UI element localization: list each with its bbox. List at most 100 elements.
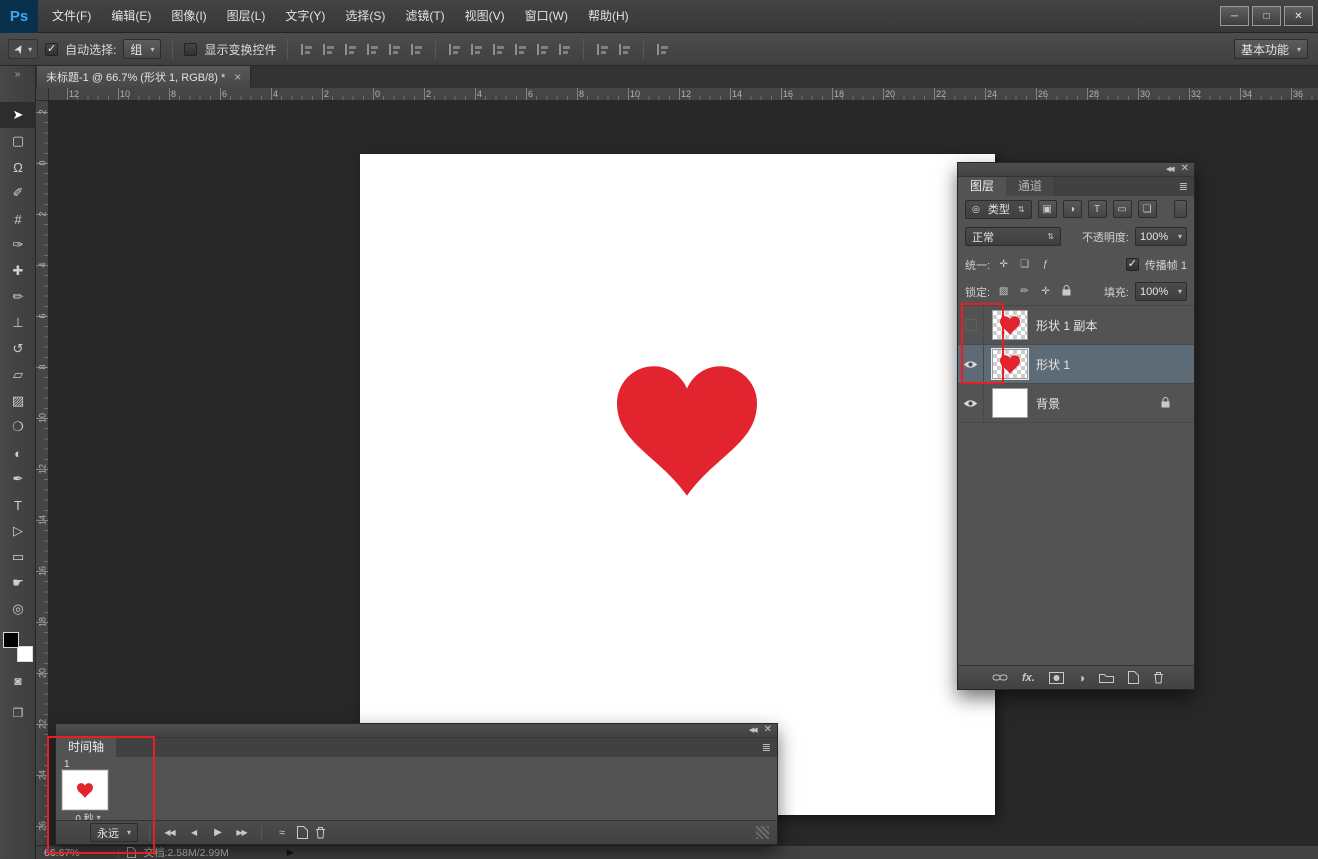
- play-button[interactable]: ▶: [209, 825, 226, 841]
- distribute-vertical-centers-icon[interactable]: [469, 43, 484, 56]
- quick-selection-tool[interactable]: ✐: [0, 180, 36, 206]
- propagate-frame-checkbox[interactable]: ✓: [1126, 258, 1139, 271]
- menu-item-type[interactable]: 文字(Y): [275, 0, 335, 33]
- vertical-ruler[interactable]: 202468101214161820222426: [36, 101, 49, 845]
- opacity-dropdown[interactable]: 100% ▾: [1135, 227, 1187, 246]
- panel-menu-icon[interactable]: ≣: [1179, 180, 1188, 193]
- filter-type-dropdown[interactable]: ◎ 类型 ⇅: [965, 200, 1032, 219]
- foreground-color-swatch[interactable]: [3, 632, 19, 648]
- lock-position-icon[interactable]: ✛: [1038, 286, 1053, 297]
- close-panel-icon[interactable]: ✕: [764, 726, 772, 734]
- delete-frame-button[interactable]: [315, 826, 326, 839]
- layer-mask-icon[interactable]: [1049, 672, 1064, 684]
- layer-name[interactable]: 形状 1 副本: [1036, 317, 1097, 334]
- distribute-right-edges-icon[interactable]: [557, 43, 572, 56]
- close-button[interactable]: ✕: [1284, 6, 1313, 26]
- filter-pixel-layers-icon[interactable]: ▣: [1038, 200, 1057, 218]
- layer-row-shape1[interactable]: 形状 1: [958, 345, 1194, 384]
- resize-grip[interactable]: [756, 826, 769, 839]
- menu-item-image[interactable]: 图像(I): [161, 0, 216, 33]
- layer-thumbnail[interactable]: [992, 349, 1028, 379]
- delete-layer-icon[interactable]: [1153, 671, 1164, 684]
- clone-stamp-tool[interactable]: ⊥: [0, 310, 36, 336]
- new-layer-icon[interactable]: [1128, 671, 1139, 684]
- align-vertical-centers-icon[interactable]: [321, 43, 336, 56]
- close-document-icon[interactable]: ×: [234, 70, 241, 84]
- move-tool[interactable]: ➤: [0, 102, 36, 128]
- auto-align-layers-icon[interactable]: [617, 43, 632, 56]
- zoom-tool[interactable]: ◎: [0, 596, 36, 622]
- eyedropper-tool[interactable]: ✑: [0, 232, 36, 258]
- duplicate-frame-button[interactable]: [297, 826, 308, 839]
- document-info[interactable]: 文档:2.58M/2.99M: [144, 845, 229, 859]
- hand-tool[interactable]: ☛: [0, 570, 36, 596]
- lock-all-icon[interactable]: [1059, 285, 1074, 299]
- lasso-tool[interactable]: Ω: [0, 154, 36, 180]
- gradient-tool[interactable]: ▨: [0, 388, 36, 414]
- panel-menu-icon[interactable]: ≣: [762, 741, 771, 754]
- previous-frame-button[interactable]: ◀: [185, 825, 202, 841]
- menu-item-select[interactable]: 选择(S): [335, 0, 395, 33]
- heart-shape[interactable]: [617, 366, 757, 496]
- distribute-horizontal-centers-icon[interactable]: [535, 43, 550, 56]
- align-top-edges-icon[interactable]: [299, 43, 314, 56]
- zoom-level[interactable]: 66.67%: [44, 847, 80, 859]
- align-left-edges-icon[interactable]: [365, 43, 380, 56]
- visibility-toggle[interactable]: [958, 384, 984, 423]
- menu-item-help[interactable]: 帮助(H): [578, 0, 639, 33]
- menu-item-filter[interactable]: 滤镜(T): [395, 0, 454, 33]
- path-selection-tool[interactable]: ▷: [0, 518, 36, 544]
- next-frame-button[interactable]: ▶▶: [233, 825, 250, 841]
- link-layers-icon[interactable]: [992, 673, 1008, 682]
- blur-tool[interactable]: ❍: [0, 414, 36, 440]
- rectangle-shape-tool[interactable]: ▭: [0, 544, 36, 570]
- unify-style-icon[interactable]: ƒ: [1038, 259, 1053, 270]
- lock-transparent-pixels-icon[interactable]: ▨: [996, 286, 1011, 297]
- layer-row-background[interactable]: 背景: [958, 384, 1194, 423]
- canvas-document[interactable]: [360, 154, 995, 815]
- dodge-tool[interactable]: ◐: [0, 440, 36, 466]
- menu-item-edit[interactable]: 编辑(E): [101, 0, 161, 33]
- collapse-panel-icon[interactable]: ◀◀: [1166, 165, 1173, 173]
- pen-tool[interactable]: ✒: [0, 466, 36, 492]
- distribute-left-edges-icon[interactable]: [513, 43, 528, 56]
- close-panel-icon[interactable]: ✕: [1181, 165, 1189, 173]
- layer-thumbnail[interactable]: [992, 310, 1028, 340]
- workspace-switcher[interactable]: 基本功能 ▾: [1234, 39, 1308, 59]
- visibility-toggle[interactable]: [958, 306, 984, 345]
- layer-name[interactable]: 形状 1: [1036, 356, 1070, 373]
- filter-shape-layers-icon[interactable]: ▭: [1113, 200, 1132, 218]
- tween-button[interactable]: ≈: [273, 825, 290, 841]
- distribute-top-edges-icon[interactable]: [447, 43, 462, 56]
- maximize-button[interactable]: □: [1252, 6, 1281, 26]
- first-frame-button[interactable]: ◀◀: [161, 825, 178, 841]
- show-transform-checkbox[interactable]: [184, 43, 197, 56]
- collapse-toolbar-icon[interactable]: »: [0, 66, 35, 84]
- layer-name[interactable]: 背景: [1036, 395, 1060, 412]
- collapse-panel-icon[interactable]: ◀◀: [749, 726, 756, 734]
- frame-thumbnail[interactable]: [62, 770, 108, 810]
- menu-item-view[interactable]: 视图(V): [455, 0, 515, 33]
- history-brush-tool[interactable]: ↺: [0, 336, 36, 362]
- menu-item-layer[interactable]: 图层(L): [217, 0, 276, 33]
- status-popup-arrow-icon[interactable]: ▶: [287, 847, 294, 858]
- filter-smart-objects-icon[interactable]: ❏: [1138, 200, 1157, 218]
- unify-visibility-icon[interactable]: ❏: [1017, 259, 1032, 270]
- menu-item-window[interactable]: 窗口(W): [515, 0, 578, 33]
- layer-style-icon[interactable]: fx.: [1022, 672, 1035, 684]
- tab-layers[interactable]: 图层: [958, 177, 1006, 196]
- distribute-bottom-edges-icon[interactable]: [491, 43, 506, 56]
- auto-select-scope-dropdown[interactable]: 组 ▾: [123, 39, 161, 59]
- unify-position-icon[interactable]: ✛: [996, 259, 1011, 270]
- filter-adjustment-layers-icon[interactable]: ◑: [1063, 200, 1082, 218]
- brush-tool[interactable]: ✏: [0, 284, 36, 310]
- current-tool-preset[interactable]: ➤ ▾: [8, 39, 38, 59]
- minimize-button[interactable]: ─: [1220, 6, 1249, 26]
- loop-count-dropdown[interactable]: 永远 ▾: [90, 823, 138, 842]
- visibility-toggle[interactable]: [958, 345, 984, 384]
- filter-type-layers-icon[interactable]: T: [1088, 200, 1107, 218]
- tab-channels[interactable]: 通道: [1006, 177, 1055, 196]
- lock-image-pixels-icon[interactable]: ✏: [1017, 286, 1032, 297]
- align-bottom-edges-icon[interactable]: [343, 43, 358, 56]
- animation-frame-1[interactable]: 1 0 秒 ▾: [62, 759, 114, 824]
